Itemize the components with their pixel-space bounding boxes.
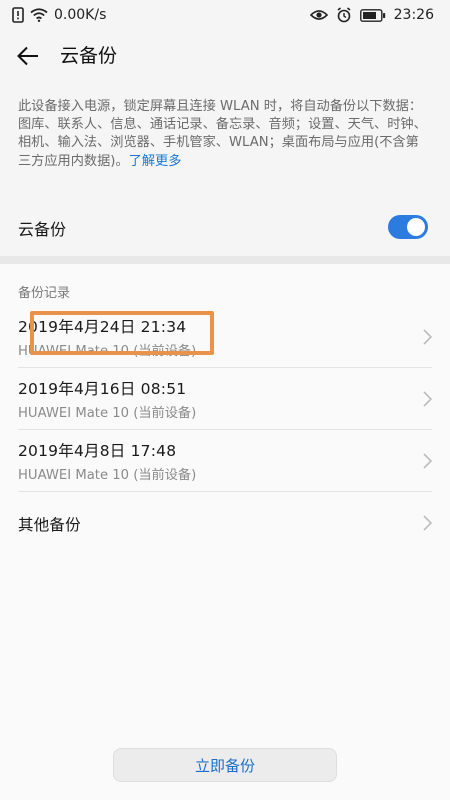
info-panel: 此设备接入电源，锁定屏幕且连接 WLAN 时，将自动备份以下数据：图库、联系人、…	[0, 84, 450, 256]
status-bar: 0.00K/s 23:26	[0, 0, 450, 32]
record-device: HUAWEI Mate 10 (当前设备)	[18, 468, 197, 483]
backup-now-button[interactable]: 立即备份	[113, 748, 337, 782]
network-speed: 0.00K/s	[54, 7, 107, 23]
app-header: 云备份	[0, 32, 450, 84]
record-date: 2019年4月8日 17:48	[18, 442, 177, 460]
back-button[interactable]	[14, 44, 42, 72]
record-device: HUAWEI Mate 10 (当前设备)	[18, 406, 197, 421]
backup-record-row[interactable]: 2019年4月24日 21:34 HUAWEI Mate 10 (当前设备)	[0, 307, 450, 368]
page-title: 云备份	[60, 45, 118, 67]
battery-icon	[359, 8, 386, 22]
description-text: 此设备接入电源，锁定屏幕且连接 WLAN 时，将自动备份以下数据：图库、联系人、…	[18, 99, 427, 169]
backup-records-section: 备份记录 2019年4月24日 21:34 HUAWEI Mate 10 (当前…	[0, 264, 450, 800]
other-backups-row[interactable]: 其他备份	[0, 493, 450, 554]
row-divider	[18, 367, 432, 368]
cloud-backup-toggle-row[interactable]: 云备份	[0, 208, 450, 248]
record-device: HUAWEI Mate 10 (当前设备)	[18, 344, 197, 359]
toggle-label: 云备份	[18, 220, 67, 239]
cloud-backup-switch[interactable]	[388, 215, 428, 239]
other-backups-label: 其他备份	[18, 516, 81, 534]
switch-knob	[407, 218, 425, 236]
row-divider	[18, 491, 432, 492]
status-left: 0.00K/s	[12, 7, 106, 23]
record-date: 2019年4月16日 08:51	[18, 380, 187, 398]
backup-record-row[interactable]: 2019年4月16日 08:51 HUAWEI Mate 10 (当前设备)	[0, 369, 450, 430]
backup-record-row[interactable]: 2019年4月8日 17:48 HUAWEI Mate 10 (当前设备)	[0, 431, 450, 492]
sim-alert-icon	[12, 7, 24, 23]
back-arrow-icon	[17, 46, 39, 70]
chevron-right-icon	[423, 391, 433, 411]
record-date: 2019年4月24日 21:34	[18, 318, 187, 336]
learn-more-link[interactable]: 了解更多	[129, 154, 182, 169]
auto-backup-description: 此设备接入电源，锁定屏幕且连接 WLAN 时，将自动备份以下数据：图库、联系人、…	[18, 98, 428, 171]
chevron-right-icon	[423, 329, 433, 349]
alarm-icon	[336, 7, 352, 23]
clock: 23:26	[393, 7, 434, 23]
section-divider	[0, 256, 450, 264]
wifi-icon	[30, 8, 48, 22]
eye-comfort-icon	[309, 9, 328, 21]
status-right: 23:26	[309, 7, 434, 23]
section-title: 备份记录	[18, 286, 71, 301]
chevron-right-icon	[423, 515, 433, 535]
row-divider	[18, 429, 432, 430]
chevron-right-icon	[423, 453, 433, 473]
